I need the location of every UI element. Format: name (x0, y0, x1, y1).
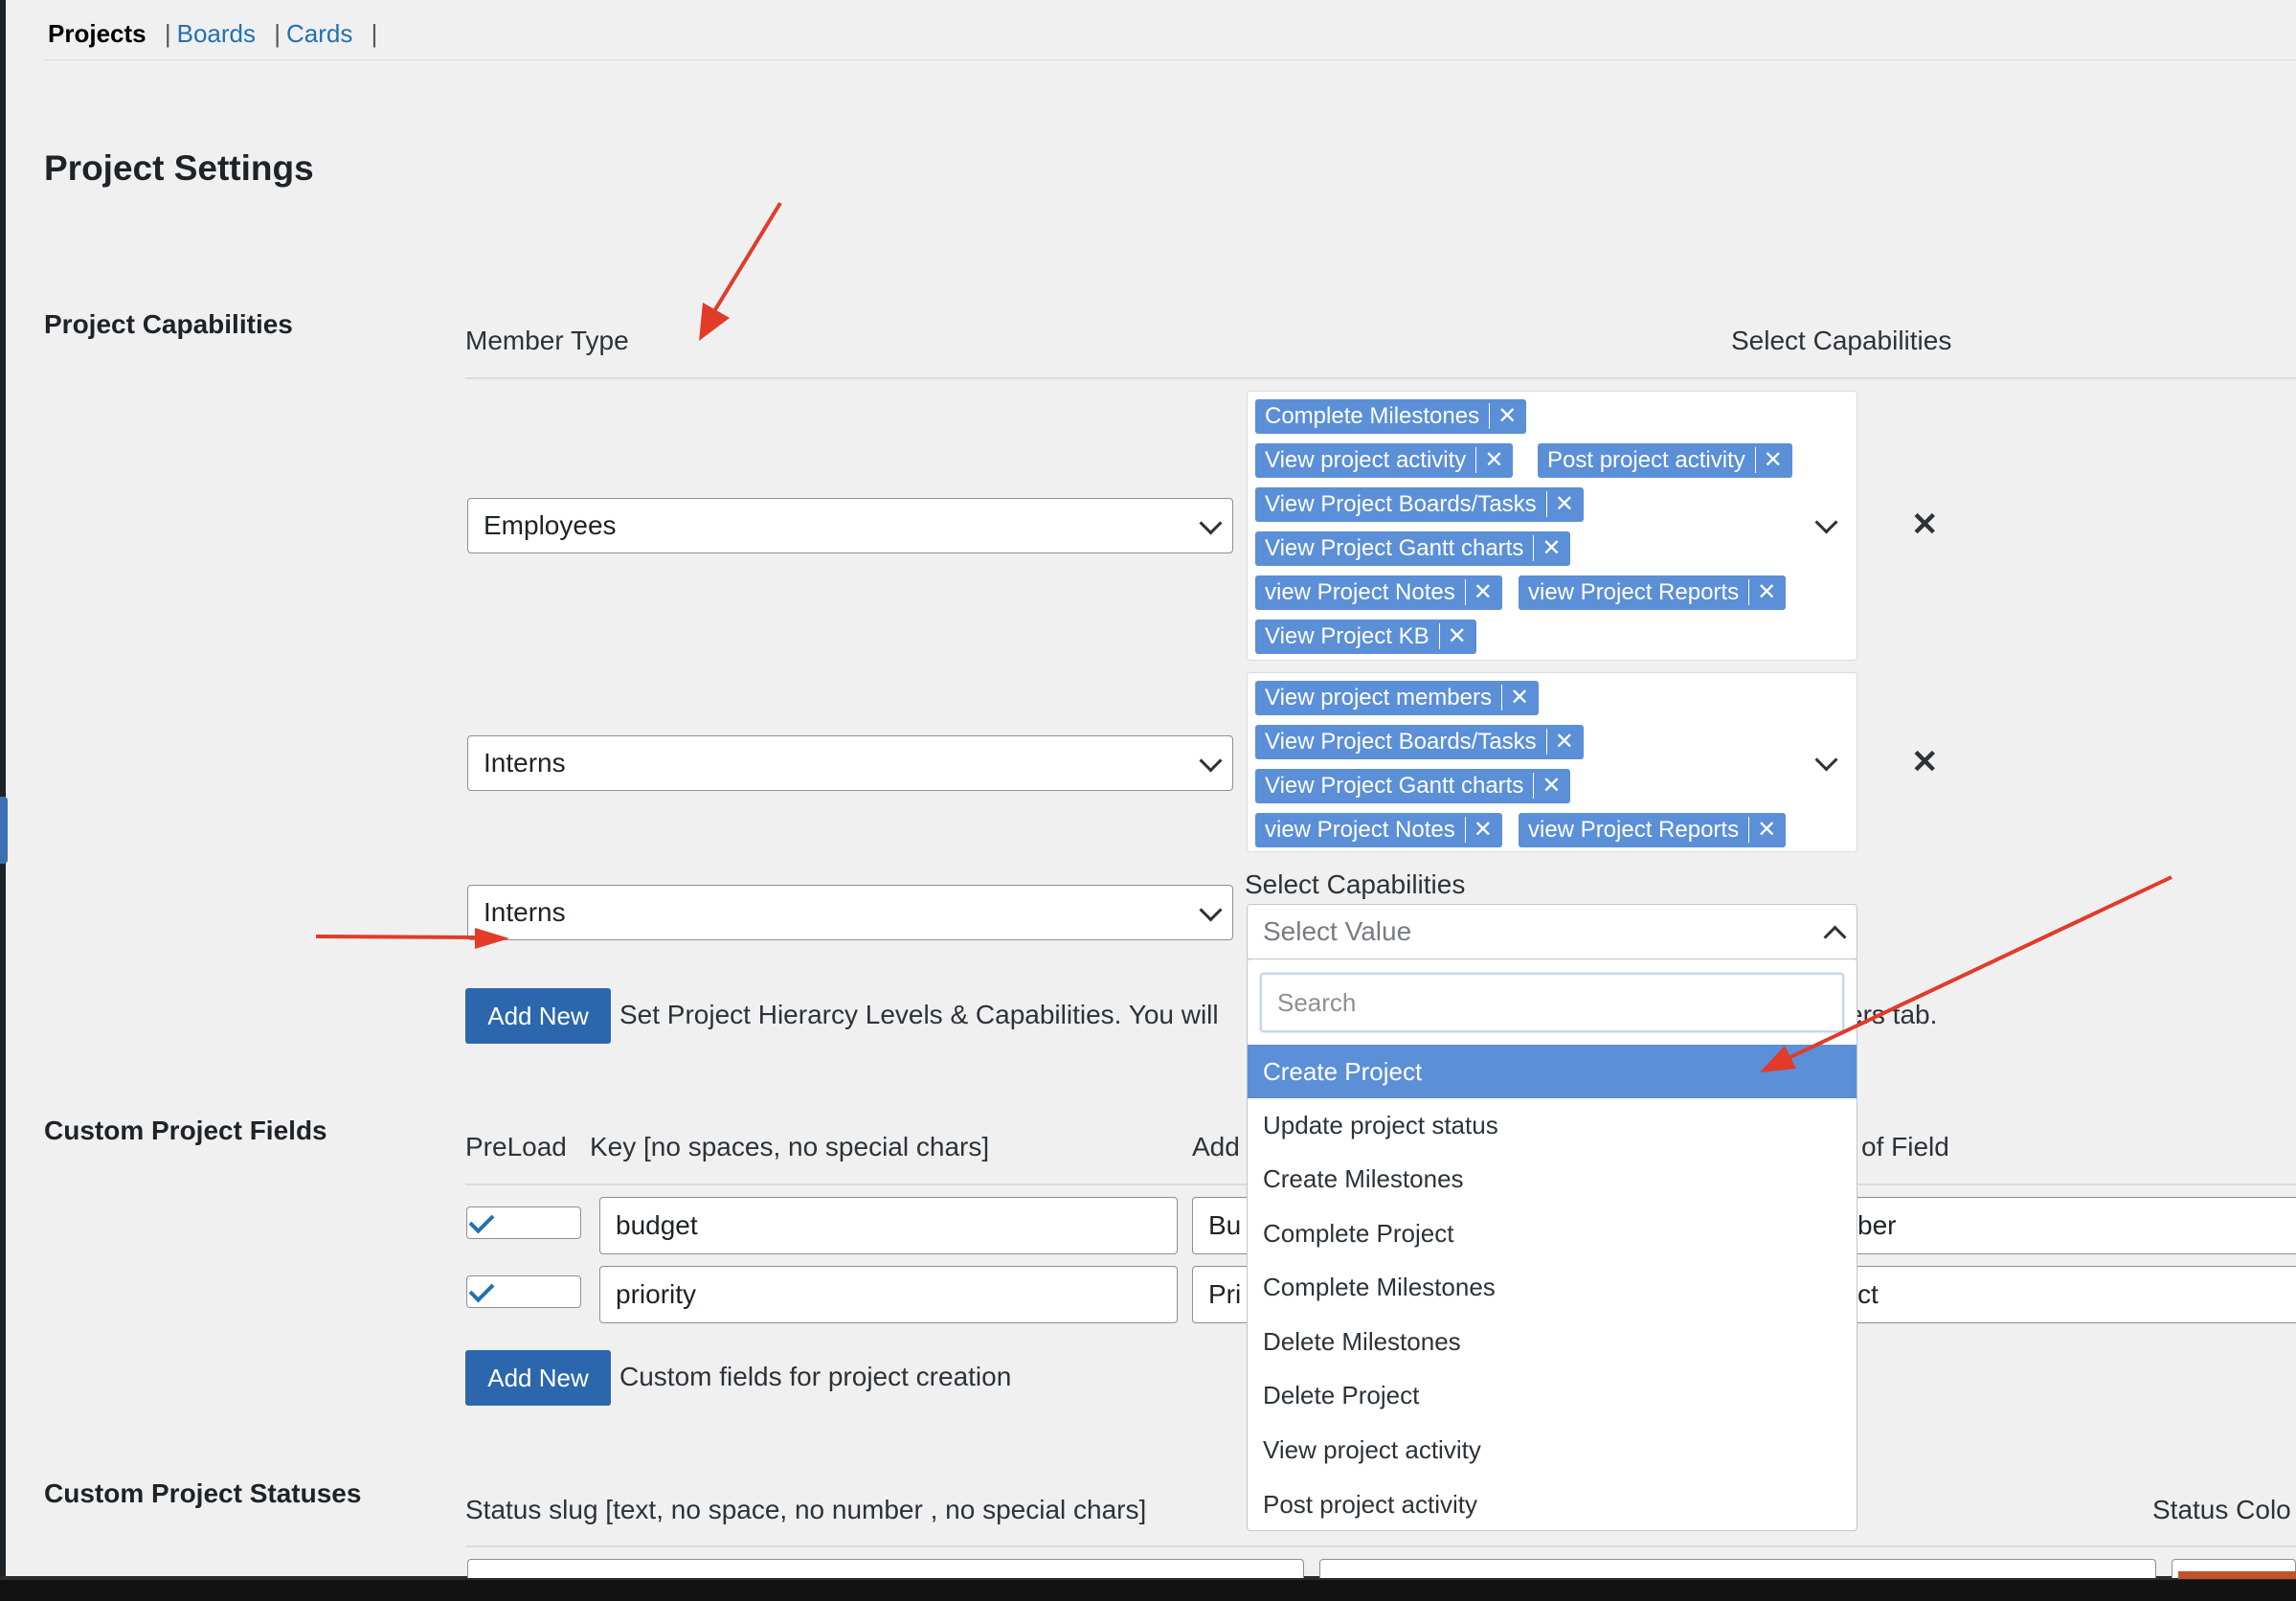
annotation-arrow (315, 928, 509, 949)
annotation-arrows (315, 201, 2172, 1072)
annotation-arrow (1760, 875, 2172, 1072)
annotation-arrow (699, 201, 782, 341)
